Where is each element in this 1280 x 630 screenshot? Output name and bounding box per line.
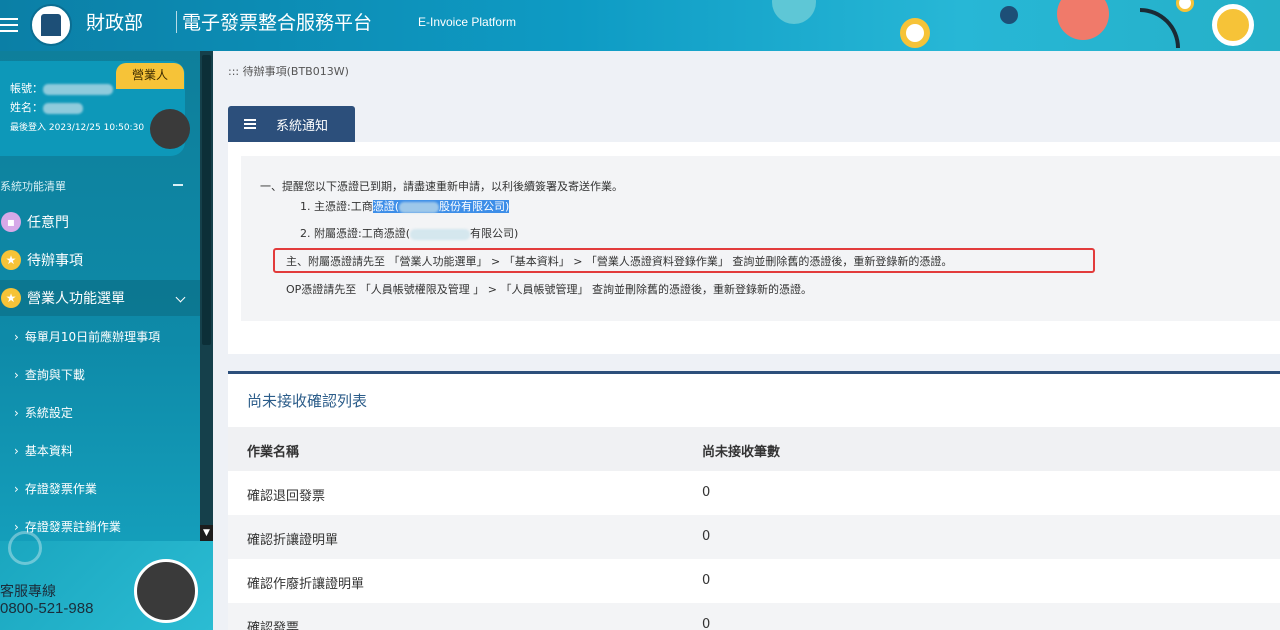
brand-platform: 電子發票整合服務平台 bbox=[182, 12, 373, 34]
chevron-down-icon bbox=[175, 292, 186, 303]
table-row[interactable]: 確認發票 0 bbox=[228, 603, 1280, 630]
notice-item-2: 2. 附屬憑證:工商憑證(有限公司) bbox=[300, 227, 519, 240]
row-task-name: 確認作廢折讓證明單 bbox=[247, 577, 365, 592]
row-task-name: 確認退回發票 bbox=[247, 489, 326, 504]
book-icon: ▪ bbox=[1, 212, 21, 232]
table-row[interactable]: 確認作廢折讓證明單 0 bbox=[228, 559, 1280, 603]
decor-circle-icon bbox=[1000, 6, 1018, 24]
pending-table: 作業名稱 尚未接收筆數 確認退回發票 0 確認折讓證明單 0 確認作廢折讓證明單… bbox=[228, 427, 1280, 630]
brand-english: E-Invoice Platform bbox=[418, 15, 517, 29]
support-footer: 客服專線 0800-521-988 bbox=[0, 531, 213, 630]
sub-item-system-settings[interactable]: 系統設定 bbox=[14, 404, 73, 421]
nav-label: 營業人功能選單 bbox=[27, 291, 125, 307]
star-icon: ★ bbox=[1, 250, 21, 270]
decor-circle-icon bbox=[772, 0, 816, 24]
row-count: 0 bbox=[702, 573, 711, 588]
coin-icon bbox=[1212, 4, 1254, 46]
table-row[interactable]: 確認折讓證明單 0 bbox=[228, 515, 1280, 559]
menu-toggle-icon[interactable] bbox=[0, 14, 20, 34]
row-task-name: 確認發票 bbox=[247, 621, 300, 630]
nav-label: 待辦事項 bbox=[27, 253, 83, 269]
list-icon bbox=[244, 117, 256, 131]
role-badge: 營業人 bbox=[116, 63, 184, 89]
bear-mascot-icon bbox=[150, 109, 190, 149]
ministry-logo-icon bbox=[30, 4, 72, 46]
company-redacted bbox=[410, 228, 470, 240]
name-value-redacted bbox=[43, 102, 83, 114]
decor-circle-icon bbox=[8, 531, 42, 565]
account-value-redacted bbox=[43, 83, 113, 95]
sidebar: 營業人 帳號： 姓名： 最後登入 2023/12/25 10:50:30 系統功… bbox=[0, 51, 213, 630]
brand-divider bbox=[176, 11, 177, 33]
table-row[interactable]: 確認退回發票 0 bbox=[228, 471, 1280, 515]
user-profile-card: 營業人 帳號： 姓名： 最後登入 2023/12/25 10:50:30 bbox=[0, 61, 190, 156]
row-task-name: 確認折讓證明單 bbox=[247, 533, 339, 548]
row-count: 0 bbox=[702, 485, 711, 500]
name-line: 姓名： bbox=[10, 99, 83, 115]
decor-circle-icon bbox=[900, 18, 930, 48]
decor-circle-icon bbox=[1057, 0, 1109, 40]
nav-label: 任意門 bbox=[27, 215, 69, 231]
tab-system-notice[interactable]: 系統通知 bbox=[228, 106, 355, 142]
account-line: 帳號： bbox=[10, 80, 113, 96]
sub-item-query-download[interactable]: 查詢與下載 bbox=[14, 366, 85, 383]
wifi-icon bbox=[1140, 8, 1180, 48]
nav-item-business-menu[interactable]: ★ 營業人功能選單 bbox=[0, 280, 200, 316]
notice-card: 一、提醒您以下憑證已到期，請盡速重新申請，以利後續簽署及寄送作業。 1. 主憑證… bbox=[228, 142, 1280, 354]
notice-panel: 一、提醒您以下憑證已到期，請盡速重新申請，以利後續簽署及寄送作業。 1. 主憑證… bbox=[241, 156, 1280, 321]
star-icon: ★ bbox=[1, 288, 21, 308]
menu-title: 系統功能清單 bbox=[0, 178, 185, 194]
pending-list-title: 尚未接收確認列表 bbox=[247, 392, 368, 410]
sub-item-deposit-invoice[interactable]: 存證發票作業 bbox=[14, 480, 97, 497]
bear-mascot-icon bbox=[134, 559, 198, 623]
notice-boxed-line: 主、附屬憑證請先至 「營業人功能選單」 > 「基本資料」 > 「營業人憑證資料登… bbox=[286, 255, 953, 268]
support-label: 客服專線 bbox=[0, 584, 56, 600]
header-task-name: 作業名稱 bbox=[247, 445, 300, 460]
last-login-line: 最後登入 2023/12/25 10:50:30 bbox=[10, 123, 145, 133]
tab-label: 系統通知 bbox=[276, 118, 329, 134]
table-header-row: 作業名稱 尚未接收筆數 bbox=[228, 427, 1280, 471]
brand-ministry: 財政部 bbox=[86, 12, 144, 34]
pending-list-card: 尚未接收確認列表 作業名稱 尚未接收筆數 確認退回發票 0 確認折讓證明單 0 … bbox=[228, 371, 1280, 630]
company-redacted bbox=[399, 201, 439, 213]
row-count: 0 bbox=[702, 529, 711, 544]
notice-line-1: 一、提醒您以下憑證已到期，請盡速重新申請，以利後續簽署及寄送作業。 bbox=[260, 180, 623, 193]
sub-item-monthly-tasks[interactable]: 每單月10日前應辦理事項 bbox=[14, 328, 160, 345]
row-count: 0 bbox=[702, 617, 711, 630]
nav-item-portal[interactable]: ▪ 任意門 bbox=[0, 204, 200, 240]
support-phone[interactable]: 0800-521-988 bbox=[0, 600, 93, 617]
scroll-down-icon[interactable]: ▼ bbox=[200, 525, 213, 541]
notice-op-line: OP憑證請先至 「人員帳號權限及管理 」 > 「人員帳號管理」 查詢並刪除舊的憑… bbox=[286, 283, 812, 296]
sidebar-scroll-thumb[interactable] bbox=[202, 55, 211, 345]
top-header: 財政部 電子發票整合服務平台 E-Invoice Platform bbox=[0, 0, 1280, 51]
notice-item-1: 1. 主憑證:工商憑證(股份有限公司) bbox=[300, 200, 510, 213]
nav-item-todo[interactable]: ★ 待辦事項 bbox=[0, 242, 200, 278]
breadcrumb: ::: 待辦事項(BTB013W) bbox=[228, 65, 349, 78]
collapse-icon[interactable] bbox=[173, 184, 183, 186]
decor-circle-icon bbox=[1176, 0, 1194, 12]
sub-item-basic-data[interactable]: 基本資料 bbox=[14, 442, 73, 459]
header-pending-count: 尚未接收筆數 bbox=[702, 445, 781, 460]
main-content: ::: 待辦事項(BTB013W) 系統通知 一、提醒您以下憑證已到期，請盡速重… bbox=[213, 51, 1280, 630]
